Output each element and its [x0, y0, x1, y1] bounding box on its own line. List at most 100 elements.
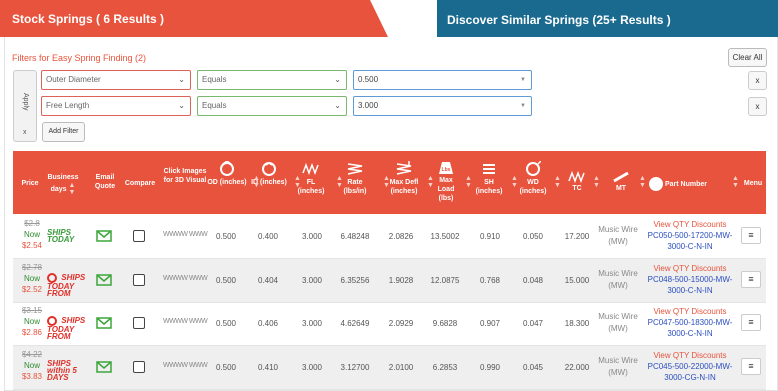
email-icon[interactable] [96, 317, 112, 329]
sort-arrows-icon[interactable]: ▲ ▼ [593, 175, 600, 189]
ships-badge: SHIPS TODAY FROM [47, 273, 91, 297]
view-qty-discounts-link[interactable]: View QTY Discounts [639, 306, 741, 317]
row-menu-button[interactable]: ≡ [741, 358, 761, 375]
part-number-link[interactable]: PC045-500-22000-MW-3000-CG-N-IN [639, 361, 741, 383]
sort-arrows-icon[interactable]: ▲ ▼ [554, 175, 561, 189]
part-number-link[interactable]: PC047-500-18300-MW-3000-C-N-IN [639, 317, 741, 339]
filter-field-select-1[interactable]: Outer Diameter ⌄ [41, 70, 191, 90]
rate-value: 6.35256 [340, 276, 370, 285]
outer-diameter-icon [220, 161, 234, 176]
maxload-value: 9.6828 [432, 319, 458, 328]
compare-checkbox[interactable] [133, 361, 145, 373]
sort-arrows-icon[interactable]: ▲ ▼ [511, 175, 518, 189]
remove-filter-button-2[interactable]: x [748, 97, 767, 116]
view-qty-discounts-link[interactable]: View QTY Discounts [639, 219, 741, 230]
part-number-cell[interactable]: View QTY Discounts PC045-500-22000-MW-30… [639, 350, 741, 383]
spring-3d-visual[interactable]: WWWW WWW [163, 231, 208, 238]
sort-arrows-icon[interactable]: ▲ ▼ [383, 175, 390, 189]
email-icon[interactable] [96, 230, 112, 242]
now-label: Now [23, 230, 40, 239]
sort-arrows-icon[interactable]: ▲ ▼ [465, 175, 472, 189]
sort-arrows-icon[interactable]: ▲ ▼ [294, 175, 301, 189]
header-part-number-label: Part Number [664, 180, 707, 188]
od-value: 0.500 [215, 232, 237, 241]
sort-arrows-icon[interactable]: ▲ ▼ [732, 175, 739, 189]
company-logo-icon [649, 177, 663, 191]
spring-3d-visual[interactable]: WWWW WWW [163, 275, 208, 282]
clear-all-button[interactable]: Clear All [728, 48, 767, 67]
header-max-load-label: Max Load (lbs) [437, 177, 455, 202]
tc-value: 17.200 [564, 232, 590, 241]
sort-arrows-icon: ▲ ▼ [68, 182, 76, 196]
table-row: $2.78 Now $2.52 SHIPS TODAY FROM WWWW WW… [13, 259, 766, 303]
tab-similar-springs[interactable]: Discover Similar Springs (25+ Results ) [437, 0, 778, 37]
header-price[interactable]: Price [17, 179, 43, 188]
apply-filters-tab[interactable]: Apply x [13, 70, 37, 142]
header-od[interactable]: OD (inches) [207, 161, 247, 187]
header-sh-label: SH (inches) [475, 179, 503, 195]
sort-arrows-icon[interactable]: ▲ ▼ [427, 175, 434, 189]
compare-checkbox[interactable] [133, 274, 145, 286]
filter-value-input-1[interactable]: 0.500 ▼ [353, 70, 532, 90]
filter-field-select-2[interactable]: Free Length ⌄ [41, 96, 191, 116]
row-menu-button[interactable]: ≡ [741, 271, 761, 288]
filter-operator-value-2: Equals [202, 101, 227, 110]
header-mt[interactable]: MT [609, 171, 633, 193]
header-compare: Compare [124, 180, 156, 187]
price-cell: $3.15 Now $2.86 [17, 305, 47, 338]
filter-operator-value-1: Equals [202, 75, 227, 84]
part-number-cell[interactable]: View QTY Discounts PC048-500-15000-MW-30… [639, 263, 741, 296]
id-value: 0.406 [257, 319, 279, 328]
header-business-days[interactable]: Business days ▲ ▼ [43, 173, 83, 196]
email-icon[interactable] [96, 361, 112, 373]
filter-operator-select-1[interactable]: Equals ⌄ [197, 70, 347, 90]
ships-badge-text: SHIPS within 5 DAYS [47, 359, 77, 382]
add-filter-button[interactable]: Add Filter [42, 122, 85, 142]
sort-arrows-icon[interactable]: ▲ ▼ [336, 175, 343, 189]
compare-checkbox[interactable] [133, 230, 145, 242]
rate-value: 4.62649 [340, 319, 370, 328]
id-value: 0.400 [257, 232, 279, 241]
header-part-number[interactable]: Part Number [649, 177, 729, 191]
sort-arrows-icon[interactable]: ▲ ▼ [639, 175, 646, 189]
header-rate-label: Rate (lbs/in) [343, 179, 367, 195]
filter-operator-select-2[interactable]: Equals ⌄ [197, 96, 347, 116]
header-max-load[interactable]: Lbs Max Load (lbs) [431, 159, 461, 203]
row-menu-button[interactable]: ≡ [741, 227, 761, 244]
view-qty-discounts-link[interactable]: View QTY Discounts [639, 263, 741, 274]
table-row: $3.15 Now $2.86 SHIPS TODAY FROM WWWW WW… [13, 302, 766, 346]
material-value: Music Wire (MW) [598, 356, 638, 377]
tab-stock-springs[interactable]: Stock Springs ( 6 Results ) [0, 0, 388, 37]
maxdefl-value: 1.9028 [388, 276, 414, 285]
ships-badge: SHIPS within 5 DAYS [47, 359, 91, 382]
sort-arrows-icon[interactable]: ▲ ▼ [253, 175, 260, 189]
filter-value-text-2: 3.000 [358, 101, 379, 110]
header-sh[interactable]: SH (inches) [471, 161, 507, 196]
filter-field-value-2: Free Length [46, 101, 90, 110]
part-number-cell[interactable]: View QTY Discounts PC050-500-17200-MW-30… [639, 219, 741, 252]
material-value: Music Wire (MW) [598, 312, 638, 333]
header-wd[interactable]: WD (inches) [515, 161, 551, 196]
spring-3d-visual[interactable]: WWWW WWW [163, 362, 208, 369]
view-qty-discounts-link[interactable]: View QTY Discounts [639, 350, 741, 361]
part-number-cell[interactable]: View QTY Discounts PC047-500-18300-MW-30… [639, 306, 741, 339]
header-tc[interactable]: TC [565, 171, 589, 193]
apply-filters-x: x [23, 129, 27, 136]
filter-value-input-2[interactable]: 3.000 ▼ [353, 96, 532, 116]
ships-badge: SHIPS TODAY [47, 229, 91, 244]
email-icon[interactable] [96, 274, 112, 286]
tc-value: 18.300 [564, 319, 590, 328]
spring-3d-visual[interactable]: WWWW WWW [163, 318, 208, 325]
ships-badge: SHIPS TODAY FROM [47, 316, 91, 340]
chevron-down-icon: ⌄ [178, 101, 185, 110]
old-price: $4.22 [21, 350, 43, 359]
od-value: 0.500 [215, 319, 237, 328]
wd-value: 0.047 [522, 319, 544, 328]
part-number-link[interactable]: PC048-500-15000-MW-3000-C-N-IN [639, 274, 741, 296]
compare-checkbox[interactable] [133, 317, 145, 329]
remove-filter-button-1[interactable]: x [748, 71, 767, 90]
row-menu-button[interactable]: ≡ [741, 314, 761, 331]
sale-price: $2.86 [21, 328, 43, 337]
part-number-link[interactable]: PC050-500-17200-MW-3000-C-N-IN [639, 230, 741, 252]
filter-value-text-1: 0.500 [358, 75, 379, 84]
